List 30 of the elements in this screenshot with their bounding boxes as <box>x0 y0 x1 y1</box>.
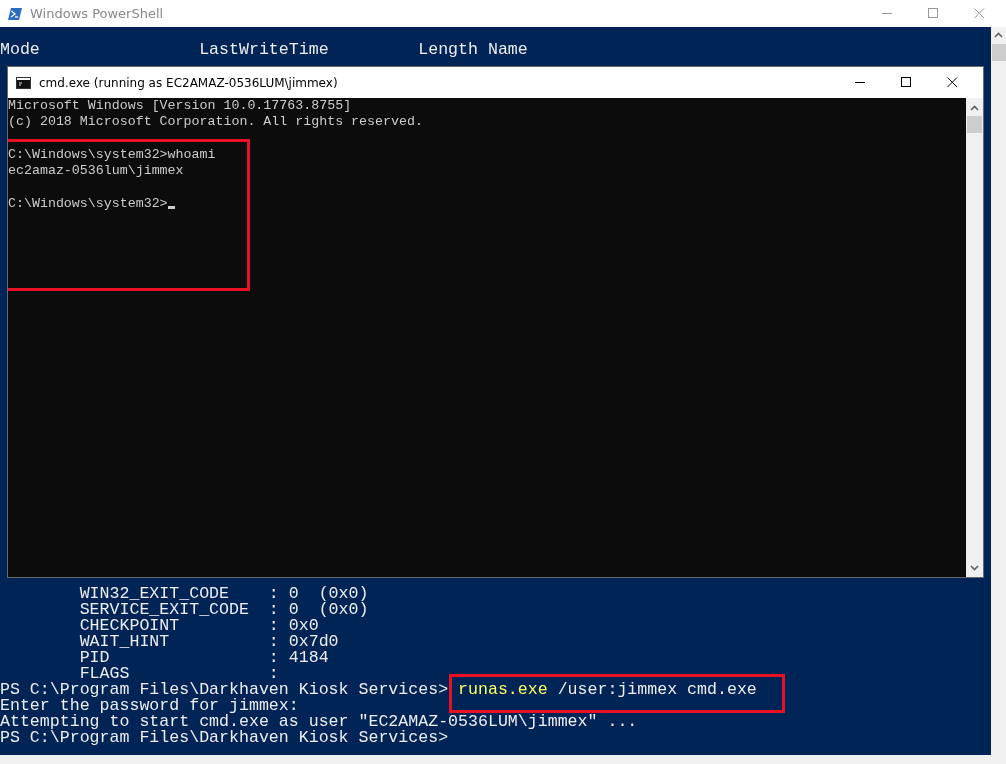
console-text: WIN32_EXIT_CODE : 0 (0x0) <box>78 584 369 603</box>
scrollbar-thumb[interactable] <box>967 116 982 133</box>
console-text: (c) 2018 Microsoft Corporation. All rights reserved. <box>8 114 423 130</box>
command-text: runas.exe /user:jimmex cmd.exe <box>458 680 757 699</box>
console-text: SERVICE_EXIT_CODE : 0 (0x0) <box>78 600 369 619</box>
scroll-down-icon[interactable] <box>970 565 979 571</box>
console-icon <box>16 76 31 89</box>
close-icon <box>946 77 958 88</box>
scroll-up-icon[interactable] <box>970 105 979 111</box>
prompt-text: C:\Windows\system32> <box>8 195 168 211</box>
scrollbar-thumb[interactable] <box>991 44 1006 61</box>
console-text: Microsoft Windows [Version 10.0.17763.8755] <box>8 98 352 113</box>
maximize-icon <box>927 8 939 19</box>
maximize-icon <box>900 77 912 88</box>
command-line: C:\Windows\system32>whoami <box>8 146 216 162</box>
console-text: WAIT_HINT : 0x7d0 <box>78 632 339 651</box>
close-icon <box>973 8 985 19</box>
window-title: Windows PowerShell <box>30 4 165 23</box>
console-text: PID : 4184 <box>78 648 329 667</box>
prompt-text: PS C:\Program Files\Darkhaven Kiosk Services> <box>0 728 449 747</box>
prompt-text: PS C:\Program Files\Darkhaven Kiosk Services> <box>0 680 450 699</box>
window-title: cmd.exe (running as EC2AMAZ-0536LUM\jimmex) <box>39 74 339 92</box>
scroll-up-icon[interactable] <box>994 32 1003 38</box>
console-text: CHECKPOINT : 0x0 <box>78 616 319 635</box>
column-header: Mode LastWriteTime Length Name <box>0 40 528 59</box>
console-text: FLAGS : <box>79 664 279 683</box>
powershell-icon <box>8 7 22 20</box>
console-text: Attempting to start cmd.exe as user "EC2AMAZ-0536LUM\jimmex" ... <box>0 712 638 731</box>
console-text: Enter the password for jimmex: <box>0 696 299 715</box>
console-text: ec2amaz-0536lum\jimmex <box>8 163 184 179</box>
